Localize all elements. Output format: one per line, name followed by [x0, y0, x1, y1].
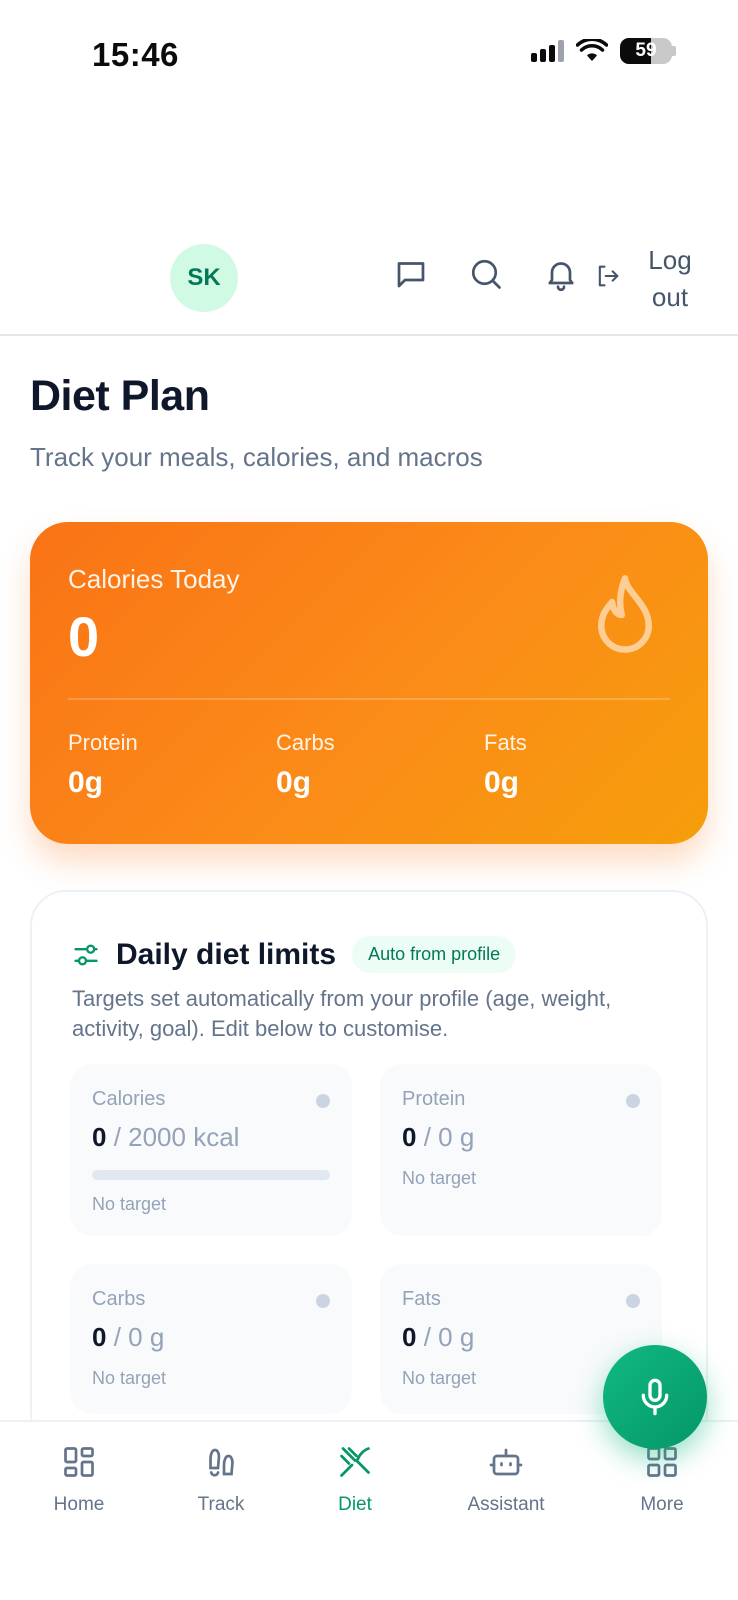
home-grid-icon: [64, 1447, 94, 1477]
microphone-icon: [641, 1378, 669, 1416]
limit-tile-carbs[interactable]: Carbs 0 / 0 g No target: [70, 1264, 352, 1414]
limits-description: Targets set automatically from your prof…: [72, 986, 612, 1041]
macro-carbs: Carbs 0g: [276, 730, 335, 800]
logout-button[interactable]: Log out: [640, 242, 700, 316]
battery-icon: 59: [620, 38, 672, 64]
calories-value: 0: [68, 605, 100, 668]
macro-value: 0g: [484, 766, 520, 799]
calories-progress-bar: [92, 1170, 330, 1180]
bottom-navigation: Home Track Diet Assistant More: [0, 1420, 738, 1600]
daily-limits-card: Daily diet limits Auto from profile Targ…: [30, 890, 708, 1450]
status-dot: [316, 1094, 330, 1108]
calories-today-card: Calories Today 0 Protein 0g Carbs 0g Fat…: [30, 522, 708, 844]
page-title: Diet Plan: [30, 372, 210, 420]
tab-label: Diet: [338, 1494, 372, 1515]
tab-track[interactable]: Track: [161, 1444, 281, 1516]
macro-value: 0g: [276, 766, 312, 799]
page-subtitle: Track your meals, calories, and macros: [30, 442, 483, 472]
tile-note: No target: [92, 1194, 167, 1214]
tile-label: Fats: [402, 1288, 441, 1310]
tab-label: Home: [53, 1494, 105, 1515]
limit-tile-protein[interactable]: Protein 0 / 0 g No target: [380, 1064, 662, 1236]
tile-value: 0 / 2000 kcal: [92, 1122, 240, 1152]
tab-label: Assistant: [467, 1494, 545, 1515]
utensils-icon: [340, 1447, 370, 1477]
tab-label: More: [640, 1494, 684, 1515]
tile-note: No target: [402, 1168, 477, 1188]
tile-value: 0 / 0 g: [92, 1322, 165, 1352]
search-icon[interactable]: [466, 254, 506, 294]
status-icons: 59: [531, 38, 676, 64]
tile-label: Protein: [402, 1088, 466, 1110]
tile-label: Calories: [92, 1088, 166, 1110]
tab-assistant[interactable]: Assistant: [446, 1444, 566, 1516]
voice-input-button[interactable]: [603, 1345, 707, 1449]
macro-value: 0g: [68, 766, 104, 799]
macro-protein: Protein 0g: [68, 730, 138, 800]
top-navigation: SK Log out: [0, 230, 738, 336]
card-divider: [68, 698, 670, 700]
tile-label: Carbs: [92, 1288, 146, 1310]
footprints-icon: [209, 1448, 234, 1477]
macro-label: Fats: [484, 730, 527, 755]
message-icon[interactable]: [391, 254, 431, 294]
cellular-signal-icon: [531, 40, 564, 62]
status-time: 15:46: [92, 36, 179, 73]
calories-label: Calories Today: [68, 564, 240, 594]
tab-more[interactable]: More: [602, 1444, 722, 1516]
status-dot: [626, 1094, 640, 1108]
auto-from-profile-badge: Auto from profile: [352, 936, 517, 973]
battery-level: 59: [635, 40, 657, 61]
bell-icon[interactable]: [541, 254, 581, 294]
macro-label: Protein: [68, 730, 138, 755]
status-dot: [316, 1294, 330, 1308]
status-dot: [626, 1294, 640, 1308]
status-bar: 15:46 59: [0, 0, 738, 110]
tile-value: 0 / 0 g: [402, 1322, 475, 1352]
tile-value: 0 / 0 g: [402, 1122, 475, 1152]
tab-diet[interactable]: Diet: [295, 1444, 415, 1516]
macro-fats: Fats 0g: [484, 730, 527, 800]
limits-header: Daily diet limits Auto from profile: [72, 936, 517, 973]
sliders-icon: [74, 944, 98, 965]
logout-icon[interactable]: [594, 262, 622, 290]
tab-label: Track: [197, 1494, 245, 1515]
tab-home[interactable]: Home: [19, 1444, 139, 1516]
tile-note: No target: [92, 1368, 167, 1388]
limits-title: Daily diet limits: [116, 937, 337, 971]
tile-note: No target: [402, 1368, 477, 1388]
more-grid-icon: [647, 1447, 677, 1477]
macro-label: Carbs: [276, 730, 335, 755]
limit-tile-calories[interactable]: Calories 0 / 2000 kcal No target: [70, 1064, 352, 1236]
wifi-icon: [576, 39, 608, 61]
flame-icon: [598, 575, 652, 653]
avatar[interactable]: SK: [170, 244, 238, 312]
bot-icon: [489, 1448, 523, 1476]
